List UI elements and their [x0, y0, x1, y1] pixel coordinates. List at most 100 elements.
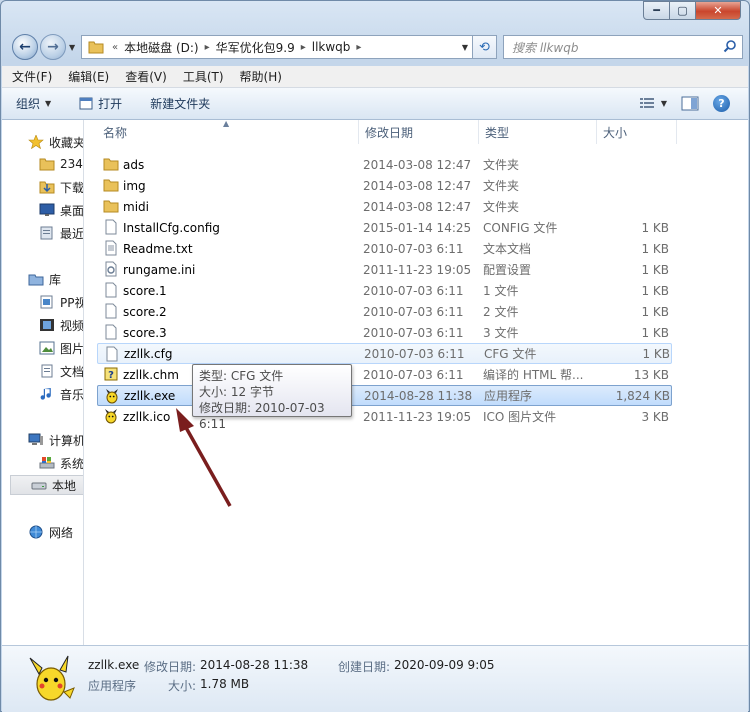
maximize-button[interactable]: ▢ [670, 1, 696, 20]
nav-desktop[interactable]: 桌面 [39, 200, 83, 220]
file-type: 文件夹 [483, 179, 520, 193]
file-name: score.3 [123, 325, 167, 340]
nav-videos[interactable]: 视频 [39, 315, 83, 335]
navigation-row: ← → ▼ « 本地磁盘 (D:) ▸ 华军优化包9.9 ▸ llkwqb ▸ … [9, 31, 743, 63]
tooltip-type: 类型: CFG 文件 [199, 369, 284, 383]
nav-system-drive[interactable]: 系统 [39, 453, 83, 473]
close-button[interactable]: ✕ [696, 1, 741, 20]
nav-pp-video[interactable]: PP视 [39, 292, 83, 312]
nav-folder-234[interactable]: 234 [39, 154, 83, 174]
nav-computer[interactable]: 计算机 [28, 430, 83, 450]
nav-libraries[interactable]: 库 [28, 269, 83, 289]
nav-music[interactable]: 音乐 [39, 384, 83, 404]
menu-edit[interactable]: 编辑(E) [68, 68, 109, 85]
file-date: 2010-07-03 6:11 [363, 304, 464, 319]
nav-local-drive[interactable]: 本地 [10, 475, 83, 495]
file-name: score.2 [123, 304, 167, 319]
file-row[interactable]: ? zzllk.chm 2010-07-03 6:11 编译的 HTML 帮... 13… [97, 364, 672, 385]
file-name: midi [123, 199, 149, 214]
menu-help[interactable]: 帮助(H) [240, 68, 282, 85]
file-name: score.1 [123, 283, 167, 298]
breadcrumb-folder[interactable]: 华军优化包9.9 [212, 39, 299, 56]
view-options-icon[interactable] [639, 97, 655, 111]
menu-tools[interactable]: 工具(T) [183, 68, 224, 85]
file-icon [105, 324, 117, 340]
column-header-type[interactable]: 类型 [479, 120, 597, 144]
file-row[interactable]: midi 2014-03-08 12:47 文件夹 [97, 196, 672, 217]
file-date: 2010-07-03 6:11 [363, 241, 464, 256]
search-icon[interactable] [723, 39, 737, 53]
address-overflow-icon[interactable]: « [110, 42, 120, 53]
file-type: 编译的 HTML 帮... [483, 368, 584, 382]
pikachu-app-icon [106, 389, 118, 404]
library-icon [28, 274, 44, 286]
system-drive-icon [39, 457, 55, 469]
file-row[interactable]: zzllk.cfg 2010-07-03 6:11 CFG 文件 1 KB [97, 343, 672, 364]
address-dropdown-icon[interactable]: ▼ [462, 43, 468, 52]
back-button[interactable]: ← [12, 34, 38, 60]
file-row[interactable]: InstallCfg.config 2015-01-14 14:25 CONFIG … [97, 217, 672, 238]
breadcrumb-separator-icon[interactable]: ▸ [354, 42, 363, 53]
refresh-button[interactable]: ⟲ [473, 35, 497, 59]
nav-downloads[interactable]: 下载 [39, 177, 83, 197]
breadcrumb-separator-icon[interactable]: ▸ [203, 42, 212, 53]
address-bar[interactable]: « 本地磁盘 (D:) ▸ 华军优化包9.9 ▸ llkwqb ▸ ▼ [81, 35, 473, 59]
preview-pane-icon[interactable] [681, 96, 699, 111]
breadcrumb-drive[interactable]: 本地磁盘 (D:) [120, 39, 202, 56]
details-filename: zzllk.exe [88, 658, 140, 672]
details-kind: 应用程序 [88, 679, 137, 693]
menu-view[interactable]: 查看(V) [125, 68, 167, 85]
file-name: img [123, 178, 146, 193]
explorer-window: ━ ▢ ✕ ← → ▼ « 本地磁盘 (D:) ▸ 华军优化包9.9 ▸ llk… [0, 0, 750, 712]
file-date: 2014-03-08 12:47 [363, 157, 472, 172]
minimize-button[interactable]: ━ [643, 1, 670, 20]
view-dropdown-icon[interactable]: ▼ [661, 99, 667, 108]
window-controls: ━ ▢ ✕ [643, 1, 741, 20]
nav-documents[interactable]: 文档 [39, 361, 83, 381]
file-icon [106, 346, 118, 362]
breadcrumb-separator-icon[interactable]: ▸ [299, 42, 308, 53]
file-date: 2010-07-03 6:11 [364, 346, 465, 361]
forward-button[interactable]: → [40, 34, 66, 60]
file-type: CFG 文件 [484, 347, 537, 361]
downloads-icon [39, 181, 55, 194]
file-date: 2014-03-08 12:47 [363, 199, 472, 214]
column-header-name[interactable]: 名称 [97, 120, 359, 144]
file-row[interactable]: rungame.ini 2011-11-23 19:05 配置设置 1 KB [97, 259, 672, 280]
file-row[interactable]: Readme.txt 2010-07-03 6:11 文本文档 1 KB [97, 238, 672, 259]
document-icon [41, 364, 53, 378]
open-button[interactable]: 打开 [79, 95, 122, 112]
breadcrumb-current[interactable]: llkwqb [308, 40, 355, 54]
file-date: 2010-07-03 6:11 [363, 325, 464, 340]
file-row[interactable]: score.3 2010-07-03 6:11 3 文件 1 KB [97, 322, 672, 343]
nav-recent[interactable]: 最近 [39, 223, 83, 243]
pp-video-icon [40, 295, 53, 309]
file-row[interactable]: score.1 2010-07-03 6:11 1 文件 1 KB [97, 280, 672, 301]
file-name: ads [123, 157, 145, 172]
organize-label: 组织 [16, 97, 41, 111]
file-row[interactable]: img 2014-03-08 12:47 文件夹 [97, 175, 672, 196]
content-area: 收藏夹 234 下载 桌面 最近 库 PP视 视频 图片 文档 音乐 计算机 系… [2, 119, 748, 645]
column-header-date[interactable]: 修改日期 [359, 120, 479, 144]
nav-pictures[interactable]: 图片 [39, 338, 83, 358]
file-name: InstallCfg.config [123, 220, 220, 235]
file-row[interactable]: score.2 2010-07-03 6:11 2 文件 1 KB [97, 301, 672, 322]
details-pane: zzllk.exe 修改日期: 2014-08-28 11:38 创建日期: 2… [2, 645, 748, 712]
search-placeholder: 搜索 llkwqb [512, 40, 579, 55]
file-name: Readme.txt [123, 241, 193, 256]
file-name: zzllk.cfg [124, 346, 173, 361]
file-size: 1 KB [641, 262, 669, 277]
help-icon[interactable]: ? [713, 95, 730, 112]
nav-network[interactable]: 网络 [28, 522, 83, 542]
file-size: 1 KB [642, 346, 670, 361]
column-header-size[interactable]: 大小 [597, 120, 677, 144]
new-folder-button[interactable]: 新建文件夹 [150, 95, 210, 112]
organize-button[interactable]: 组织 ▼ [16, 95, 51, 112]
file-type: 文本文档 [483, 242, 532, 256]
file-size: 1 KB [641, 241, 669, 256]
nav-favorites[interactable]: 收藏夹 [28, 132, 83, 152]
recent-pages-chevron-icon[interactable]: ▼ [69, 43, 75, 52]
file-row[interactable]: ads 2014-03-08 12:47 文件夹 [97, 154, 672, 175]
menu-file[interactable]: 文件(F) [12, 68, 52, 85]
search-input[interactable]: 搜索 llkwqb [503, 35, 743, 59]
